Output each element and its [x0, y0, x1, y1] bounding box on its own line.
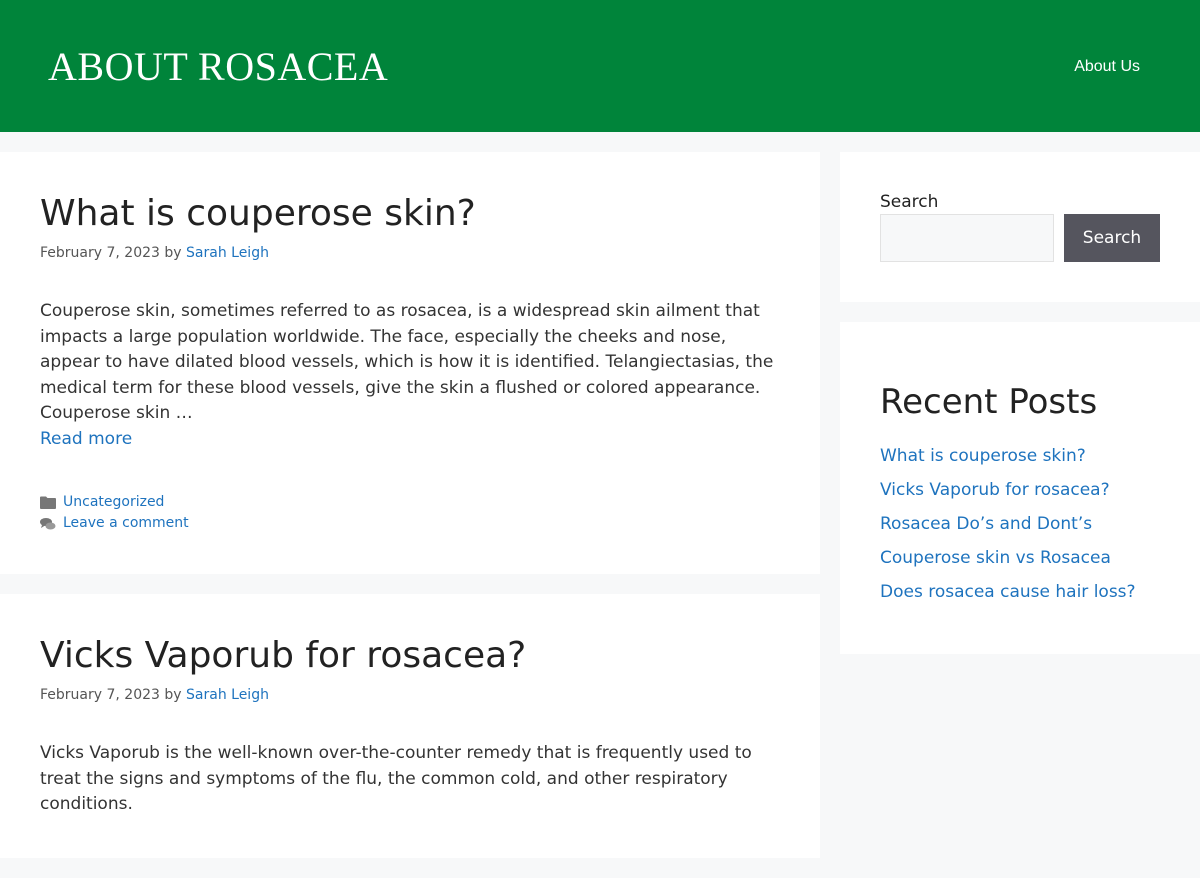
category-row: Uncategorized	[40, 492, 780, 513]
leave-comment-link[interactable]: Leave a comment	[63, 513, 189, 534]
content-container: What is couperose skin? February 7, 2023…	[0, 152, 1200, 878]
post-title[interactable]: Vicks Vaporub for rosacea?	[40, 634, 780, 677]
recent-posts-widget: Recent Posts What is couperose skin? Vic…	[840, 322, 1200, 654]
recent-post-link[interactable]: Vicks Vaporub for rosacea?	[880, 480, 1110, 500]
recent-post-link[interactable]: Does rosacea cause hair loss?	[880, 582, 1136, 602]
search-widget: Search Search	[840, 152, 1200, 302]
comments-icon	[40, 517, 56, 531]
main-nav: About Us	[1074, 56, 1140, 76]
list-item: Vicks Vaporub for rosacea?	[880, 478, 1160, 502]
folder-icon	[40, 496, 56, 510]
post-date: February 7, 2023	[40, 245, 160, 262]
recent-post-link[interactable]: Couperose skin vs Rosacea	[880, 548, 1111, 568]
recent-posts-list: What is couperose skin? Vicks Vaporub fo…	[880, 444, 1160, 604]
search-row: Search	[880, 214, 1160, 262]
search-label: Search	[880, 192, 939, 212]
comment-row: Leave a comment	[40, 513, 780, 534]
post-meta: February 7, 2023 by Sarah Leigh	[40, 245, 780, 261]
list-item: What is couperose skin?	[880, 444, 1160, 468]
nav-about-us[interactable]: About Us	[1074, 58, 1140, 75]
post-excerpt: Vicks Vaporub is the well-known over-the…	[40, 743, 752, 815]
recent-post-link[interactable]: What is couperose skin?	[880, 446, 1086, 466]
site-header: ABOUT ROSACEA About Us	[0, 0, 1200, 132]
post-by: by	[164, 245, 182, 262]
site-logo[interactable]: ABOUT ROSACEA	[48, 43, 388, 90]
search-button[interactable]: Search	[1064, 214, 1160, 262]
category-link[interactable]: Uncategorized	[63, 492, 164, 513]
post-card: Vicks Vaporub for rosacea? February 7, 2…	[0, 594, 820, 858]
post-excerpt-text: Couperose skin, sometimes referred to as…	[40, 301, 774, 424]
post-title[interactable]: What is couperose skin?	[40, 192, 780, 235]
search-input[interactable]	[880, 214, 1054, 262]
post-card: What is couperose skin? February 7, 2023…	[0, 152, 820, 575]
list-item: Does rosacea cause hair loss?	[880, 580, 1160, 604]
recent-posts-title: Recent Posts	[880, 382, 1098, 422]
list-item: Couperose skin vs Rosacea	[880, 546, 1160, 570]
post-author-link[interactable]: Sarah Leigh	[186, 687, 269, 703]
post-footer-meta: Uncategorized Leave a comment	[40, 492, 780, 534]
post-date: February 7, 2023	[40, 687, 160, 704]
post-by: by	[164, 687, 182, 704]
list-item: Rosacea Do’s and Dont’s	[880, 512, 1160, 536]
post-author-link[interactable]: Sarah Leigh	[186, 245, 269, 261]
read-more-link[interactable]: Read more	[40, 429, 132, 449]
post-excerpt: Couperose skin, sometimes referred to as…	[40, 299, 780, 452]
post-meta: February 7, 2023 by Sarah Leigh	[40, 687, 780, 703]
recent-post-link[interactable]: Rosacea Do’s and Dont’s	[880, 514, 1092, 534]
main-content: What is couperose skin? February 7, 2023…	[0, 152, 820, 878]
sidebar: Search Search Recent Posts What is coupe…	[840, 152, 1200, 878]
